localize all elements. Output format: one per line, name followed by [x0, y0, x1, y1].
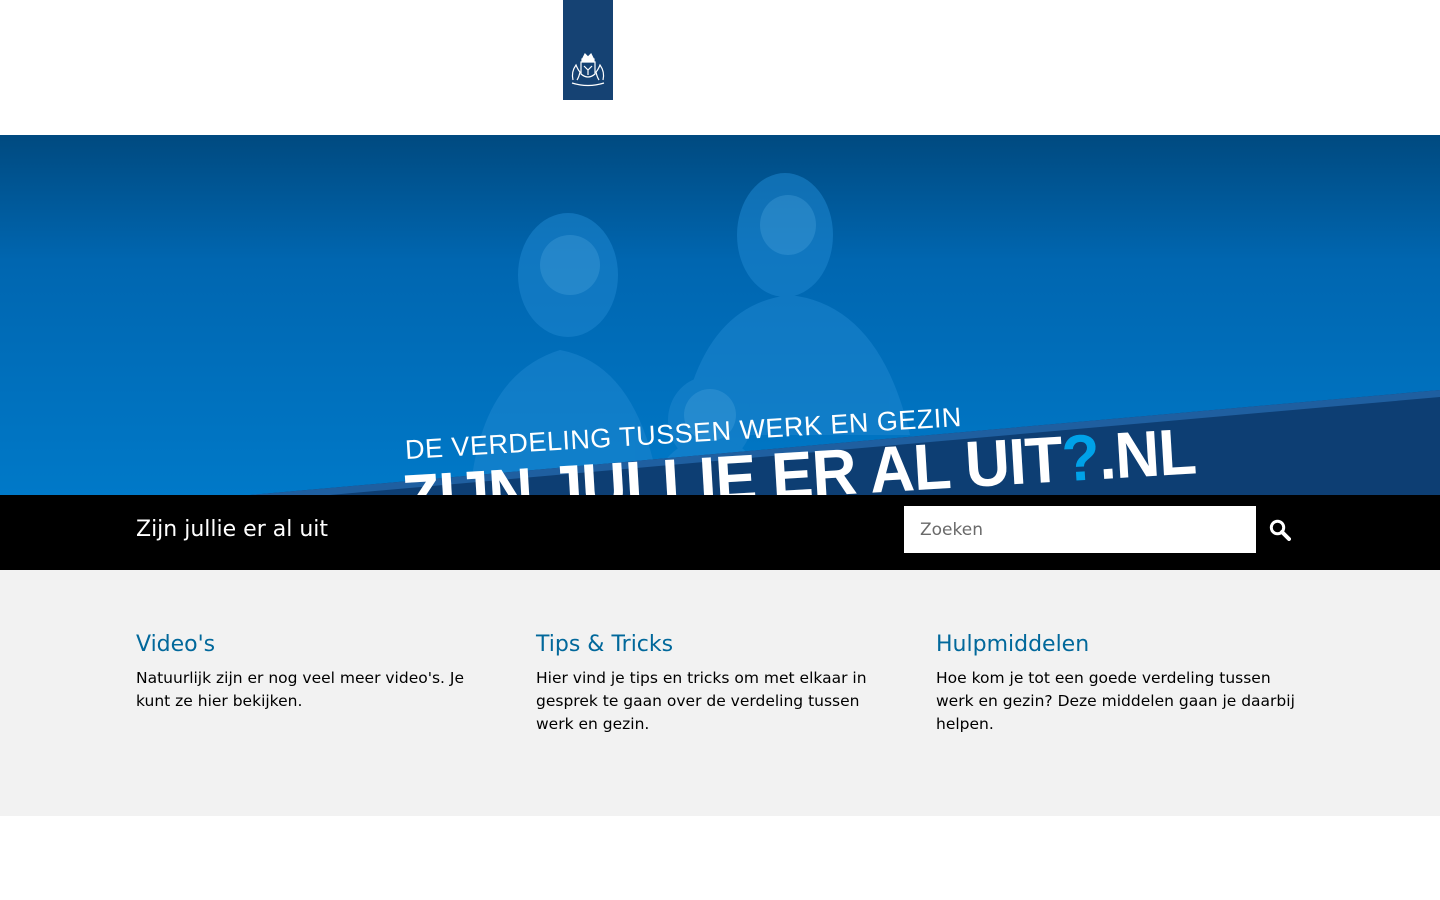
search-input[interactable] — [904, 506, 1256, 553]
teaser-hulpmiddelen: Hulpmiddelen Hoe kom je tot een goede ve… — [936, 632, 1301, 736]
teaser-text-videos: Natuurlijk zijn er nog veel meer video's… — [136, 669, 465, 710]
teaser-title-hulpmiddelen[interactable]: Hulpmiddelen — [936, 632, 1301, 657]
page-header — [0, 0, 1440, 135]
teaser-text-tips-tricks: Hier vind je tips en tricks om met elkaa… — [536, 669, 867, 733]
teaser-videos: Video's Natuurlijk zijn er nog veel meer… — [136, 632, 501, 713]
hero-headline-question-mark: ? — [1059, 421, 1101, 495]
teaser-tips-tricks: Tips & Tricks Hier vind je tips en trick… — [536, 632, 901, 736]
hero-headline-tld: .NL — [1096, 415, 1198, 494]
teaser-title-videos[interactable]: Video's — [136, 632, 501, 657]
teaser-title-tips-tricks[interactable]: Tips & Tricks — [536, 632, 901, 657]
site-title-bar: Zijn jullie er al uit — [0, 495, 1440, 570]
teaser-text-hulpmiddelen: Hoe kom je tot een goede verdeling tusse… — [936, 669, 1295, 733]
hero-banner: DE VERDELING TUSSEN WERK EN GEZIN ZIJN J… — [0, 135, 1440, 495]
search-icon — [1269, 519, 1291, 541]
rijksoverheid-logo[interactable] — [563, 0, 613, 100]
coat-of-arms-icon — [571, 52, 605, 87]
site-title[interactable]: Zijn jullie er al uit — [136, 517, 328, 542]
search-button[interactable] — [1260, 506, 1300, 553]
teaser-band: Video's Natuurlijk zijn er nog veel meer… — [0, 570, 1440, 816]
